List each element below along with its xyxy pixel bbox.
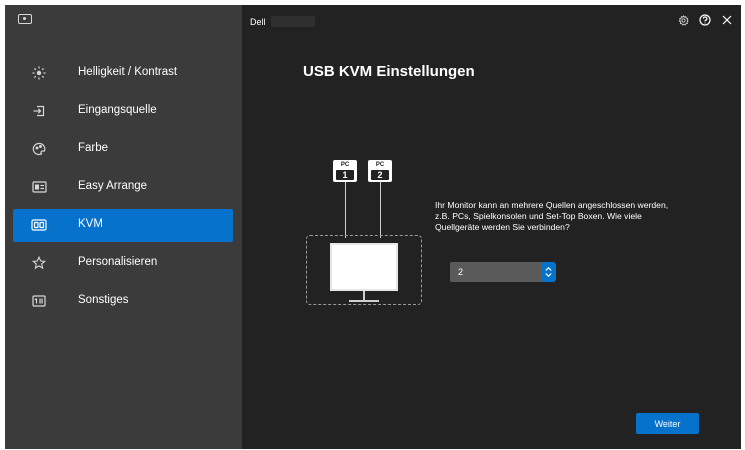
stepper-buttons[interactable] xyxy=(541,262,556,282)
page-title: USB KVM Einstellungen xyxy=(303,63,475,80)
monitor-icon[interactable] xyxy=(18,14,32,24)
monitor-base xyxy=(349,300,379,302)
sidebar-item-kvm[interactable]: KVM xyxy=(13,209,233,242)
sidebar: Helligkeit / Kontrast Eingangsquelle Far… xyxy=(5,5,242,449)
app-window: Helligkeit / Kontrast Eingangsquelle Far… xyxy=(5,5,741,449)
sidebar-item-label: KVM xyxy=(78,218,103,230)
brightness-icon xyxy=(31,65,47,81)
sidebar-item-label: Helligkeit / Kontrast xyxy=(78,66,178,78)
next-button[interactable]: Weiter xyxy=(636,413,699,434)
easy-arrange-icon xyxy=(31,179,47,195)
input-source-icon xyxy=(31,103,47,119)
sidebar-item-label: Sonstiges xyxy=(78,294,129,306)
source-count-value[interactable]: 2 xyxy=(450,262,541,282)
pc-1-tag: PC 1 xyxy=(333,160,357,182)
model-name-redacted xyxy=(271,16,315,27)
pc-2-label: PC xyxy=(375,162,385,168)
pc-1-label: PC xyxy=(340,162,350,168)
kvm-description: Ihr Monitor kann an mehrere Quellen ange… xyxy=(435,200,669,232)
source-count-stepper[interactable]: 2 xyxy=(450,262,556,282)
pc-2-number: 2 xyxy=(371,170,389,180)
sidebar-item-label: Personalisieren xyxy=(78,256,158,268)
close-icon[interactable] xyxy=(721,14,733,26)
chevron-up-icon[interactable] xyxy=(545,267,552,271)
star-icon xyxy=(31,255,47,271)
sidebar-item-label: Eingangsquelle xyxy=(78,104,157,116)
kvm-icon xyxy=(31,217,47,233)
sidebar-item-personalize[interactable]: Personalisieren xyxy=(13,247,233,280)
pc-2-tag: PC 2 xyxy=(368,160,392,182)
sidebar-item-easy-arrange[interactable]: Easy Arrange xyxy=(13,171,233,204)
sidebar-item-color[interactable]: Farbe xyxy=(13,133,233,166)
brand-label: Dell xyxy=(250,17,266,27)
sidebar-item-label: Farbe xyxy=(78,142,109,154)
sidebar-item-input-source[interactable]: Eingangsquelle xyxy=(13,95,233,128)
color-palette-icon xyxy=(31,141,47,157)
kvm-diagram: PC 1 PC 2 xyxy=(302,155,426,305)
sidebar-item-others[interactable]: Sonstiges xyxy=(13,285,233,318)
window-controls xyxy=(677,14,733,26)
pc-1-cable xyxy=(345,182,346,238)
chevron-down-icon[interactable] xyxy=(545,273,552,277)
monitor-screen xyxy=(330,243,398,291)
sidebar-item-label: Easy Arrange xyxy=(78,180,148,192)
pc-1-number: 1 xyxy=(336,170,354,180)
gear-icon[interactable] xyxy=(677,14,689,26)
main-panel: Dell USB KVM Einstellungen PC 1 PC 2 Ihr… xyxy=(242,5,741,449)
pc-2-cable xyxy=(380,182,381,238)
sidebar-item-brightness-contrast[interactable]: Helligkeit / Kontrast xyxy=(13,57,233,90)
others-icon xyxy=(31,293,47,309)
help-icon[interactable] xyxy=(699,14,711,26)
